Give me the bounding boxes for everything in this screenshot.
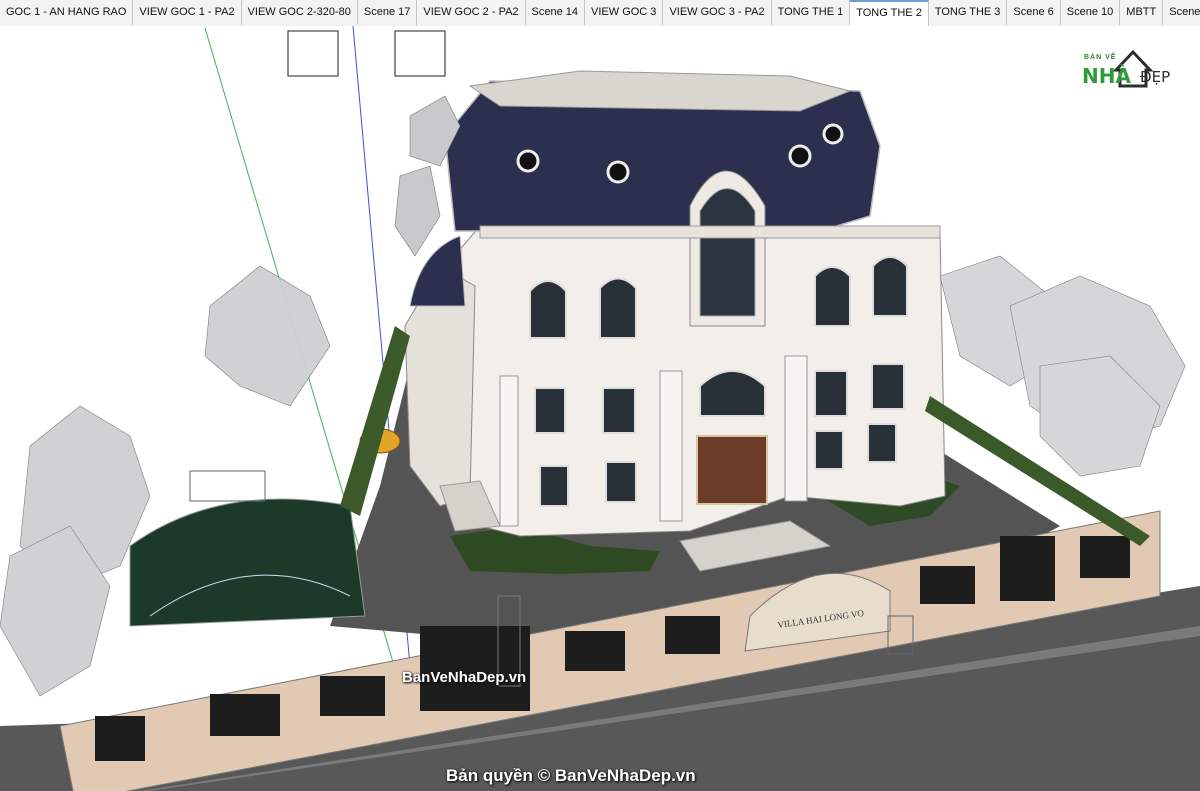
scene-tab[interactable]: TONG THE 3: [928, 0, 1008, 25]
tree-left: [0, 265, 331, 697]
scene-tab[interactable]: Scene 16: [1163, 0, 1200, 25]
scene-tab[interactable]: GOC 1 - AN HANG RAO: [0, 0, 134, 25]
scene-tab[interactable]: VIEW GOC 3 - PA2: [663, 0, 772, 25]
logo-dep-text: ĐẸP: [1140, 68, 1171, 86]
model-render: VILLA HAI LONG VO: [0, 26, 1200, 791]
scene-tab[interactable]: VIEW GOC 2-320-80: [241, 0, 358, 25]
scene-tab[interactable]: Scene 17: [357, 0, 418, 25]
main-door: [696, 435, 768, 505]
scene-tab[interactable]: VIEW GOC 1 - PA2: [133, 0, 242, 25]
scene-tab[interactable]: TONG THE 1: [771, 0, 851, 25]
scene-tab[interactable]: TONG THE 2: [850, 0, 929, 26]
logo-small-text: BẢN VẼ: [1084, 54, 1117, 61]
component-markers: [287, 30, 446, 77]
brand-logo: BẢN VẼ NHÀ ĐẸP: [1078, 46, 1190, 90]
logo-big-text: NHÀ: [1082, 64, 1131, 88]
scene-tab[interactable]: Scene 6: [1007, 0, 1061, 25]
glass-house: [129, 498, 366, 627]
scene-tab[interactable]: VIEW GOC 2 - PA2: [417, 0, 526, 25]
watermark-bottom: Bản quyền © BanVeNhaDep.vn: [446, 766, 696, 785]
watermark-top: BanVeNhaDep.vn: [402, 669, 527, 686]
3d-viewport[interactable]: VILLA HAI LONG VO BẢN VẼ NHÀ ĐẸP BanVeNh…: [0, 26, 1200, 791]
scene-tab[interactable]: Scene 14: [525, 0, 586, 25]
scene-tab[interactable]: MBTT: [1120, 0, 1164, 25]
scene-tab[interactable]: VIEW GOC 3: [585, 0, 664, 25]
scene-tab[interactable]: Scene 10: [1060, 0, 1121, 25]
scene-tabs: GOC 1 - AN HANG RAO VIEW GOC 1 - PA2 VIEW …: [0, 0, 1200, 27]
